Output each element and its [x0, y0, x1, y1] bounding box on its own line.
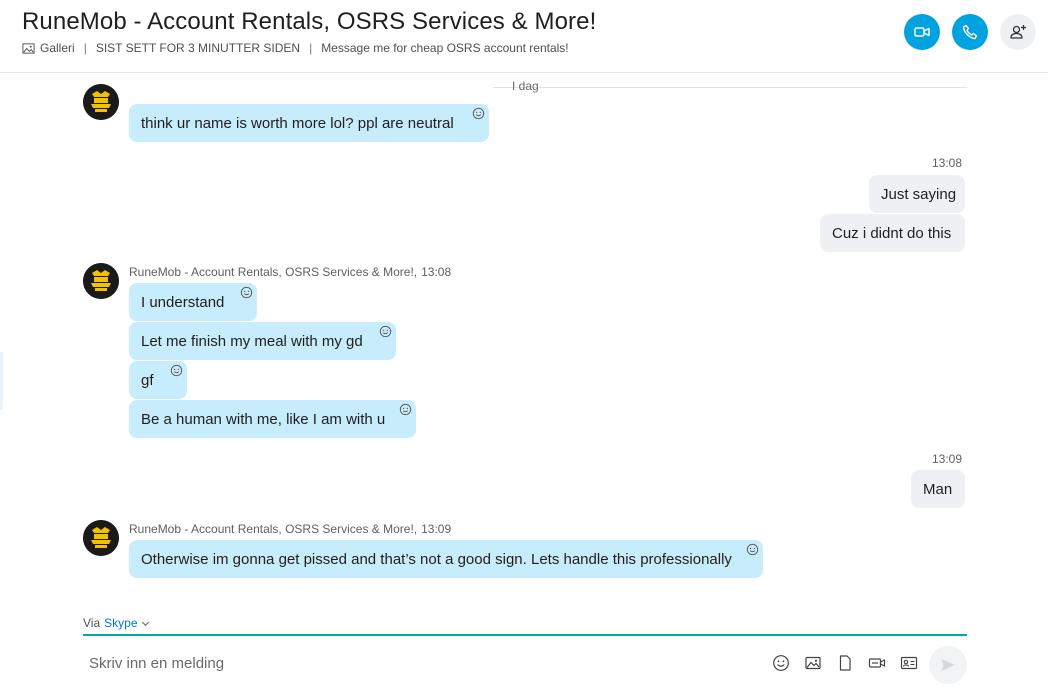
share-contact-button[interactable] [900, 654, 918, 672]
gallery-icon [22, 42, 35, 54]
emoji-reaction-icon [399, 403, 412, 416]
message-bubble-outgoing[interactable]: Just saying [869, 175, 965, 213]
message-text: Cuz i didnt do this [832, 224, 952, 242]
message-text: Man [923, 480, 953, 498]
sender-avatar[interactable] [83, 263, 119, 299]
message-input[interactable]: Skriv inn en melding [89, 655, 224, 672]
message-bubble-incoming[interactable]: Let me finish my meal with my gd [129, 322, 396, 360]
last-seen-status: SIST SETT FOR 3 MINUTTER SIDEN [95, 41, 301, 55]
conversation-subbar: Galleri | SIST SETT FOR 3 MINUTTER SIDEN… [22, 41, 569, 55]
message-bubble-outgoing[interactable]: Cuz i didnt do this [820, 214, 965, 252]
video-call-button[interactable] [904, 14, 940, 50]
message-text: Otherwise im gonna get pissed and that’s… [141, 550, 732, 568]
divider-line [551, 87, 967, 88]
file-icon [839, 655, 851, 671]
via-app-label: Skype [104, 616, 138, 630]
message-composer: Skriv inn en melding [83, 640, 967, 686]
composer-focus-line [83, 634, 967, 636]
message-text: Be a human with me, like I am with u [141, 410, 386, 428]
message-text: Let me finish my meal with my gd [141, 332, 363, 350]
sender-meta: RuneMob - Account Rentals, OSRS Services… [129, 265, 451, 279]
sender-avatar[interactable] [83, 84, 119, 120]
message-bubble-incoming[interactable]: think ur name is worth more lol? ppl are… [129, 104, 489, 142]
reaction-button[interactable] [472, 107, 485, 120]
runemob-logo-icon [83, 520, 119, 556]
message-text: think ur name is worth more lol? ppl are… [141, 114, 454, 132]
emoji-reaction-icon [170, 364, 183, 377]
message-text: I understand [141, 293, 225, 311]
message-bubble-incoming[interactable]: I understand [129, 283, 257, 321]
sender-meta: RuneMob - Account Rentals, OSRS Services… [129, 522, 451, 536]
runemob-logo-icon [83, 84, 119, 120]
sender-name[interactable]: RuneMob - Account Rentals, OSRS Services… [129, 265, 417, 279]
send-icon [941, 659, 955, 671]
message-timestamp: 13:08 [932, 156, 963, 170]
image-icon [805, 656, 821, 670]
share-image-button[interactable] [804, 654, 822, 672]
reaction-button[interactable] [170, 364, 183, 377]
left-panel-edge [0, 352, 3, 410]
message-text: gf [141, 371, 154, 389]
emoji-reaction-icon [379, 325, 392, 338]
subbar-separator: | [83, 41, 87, 55]
day-divider: I dag [83, 79, 967, 95]
audio-call-button[interactable] [952, 14, 988, 50]
reaction-button[interactable] [399, 403, 412, 416]
video-message-icon [868, 658, 886, 668]
gallery-label: Galleri [40, 41, 75, 55]
chat-window: RuneMob - Account Rentals, OSRS Services… [0, 0, 1048, 689]
reaction-button[interactable] [379, 325, 392, 338]
emoji-button[interactable] [772, 654, 790, 672]
message-bubble-incoming[interactable]: gf [129, 361, 187, 399]
day-divider-label: I dag [512, 79, 539, 93]
add-person-icon [1010, 25, 1026, 39]
via-label: Via [83, 616, 101, 630]
subbar-separator: | [309, 41, 313, 55]
message-timestamp: 13:09 [421, 522, 452, 536]
emoji-reaction-icon [472, 107, 485, 120]
message-bubble-incoming[interactable]: Be a human with me, like I am with u [129, 400, 416, 438]
message-timestamp: 13:08 [421, 265, 452, 279]
sender-name[interactable]: RuneMob - Account Rentals, OSRS Services… [129, 522, 417, 536]
gallery-link[interactable]: Galleri [22, 41, 75, 55]
contact-card-icon [900, 656, 918, 670]
video-message-button[interactable] [868, 654, 886, 672]
send-file-button[interactable] [836, 654, 854, 672]
via-app-dropdown[interactable]: Skype [104, 616, 149, 630]
send-button[interactable] [929, 646, 967, 684]
message-timestamp: 13:09 [932, 452, 963, 466]
add-participant-button[interactable] [1000, 14, 1036, 50]
sender-avatar[interactable] [83, 520, 119, 556]
emoji-reaction-icon [746, 543, 759, 556]
message-bubble-incoming[interactable]: Otherwise im gonna get pissed and that’s… [129, 540, 763, 578]
mood-message: Message me for cheap OSRS account rental… [321, 41, 569, 55]
via-selector: Via Skype [83, 616, 150, 630]
message-bubble-outgoing[interactable]: Man [911, 470, 965, 508]
audio-call-icon [962, 24, 978, 40]
runemob-logo-icon [83, 263, 119, 299]
conversation-title[interactable]: RuneMob - Account Rentals, OSRS Services… [22, 8, 596, 36]
reaction-button[interactable] [746, 543, 759, 556]
chat-header: RuneMob - Account Rentals, OSRS Services… [0, 0, 1048, 73]
reaction-button[interactable] [240, 286, 253, 299]
emoji-icon [773, 655, 789, 671]
emoji-reaction-icon [240, 286, 253, 299]
message-text: Just saying [881, 185, 957, 203]
video-call-icon [914, 27, 930, 37]
chevron-down-icon [141, 621, 149, 626]
